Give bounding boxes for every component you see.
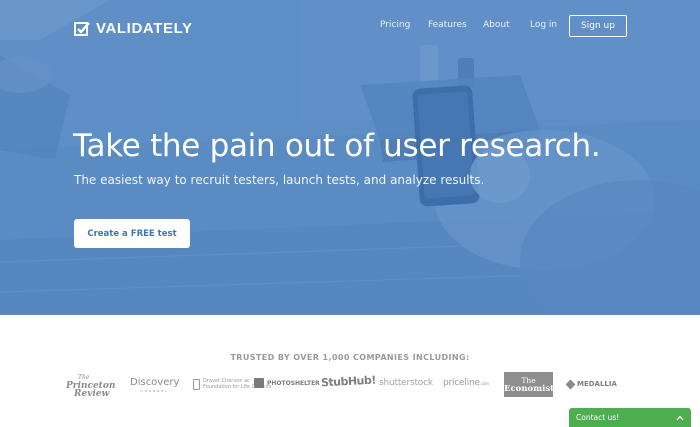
nav-pricing-link[interactable]: Pricing [380,20,410,30]
shutterstock-logo: shutterstock [379,378,433,388]
contact-us-label: Contact us! [576,413,620,422]
hero-subheadline: The easiest way to recruit testers, laun… [74,173,485,187]
photoshelter-logo: PHOTOSHELTER [254,378,320,388]
create-free-test-button[interactable]: Create a FREE test [74,219,190,248]
discovery-logo: Discovery CHANNEL [130,377,180,393]
contact-us-widget[interactable]: Contact us! [569,408,691,427]
nav-login-link[interactable]: Log in [530,20,557,30]
medallia-logo: MEDALLIA [565,379,617,389]
nav-about-link[interactable]: About [483,20,510,30]
chevron-up-icon [676,415,684,420]
photoshelter-mark-icon [254,378,264,388]
top-nav: VALIDATELY Pricing Features About Log in… [0,0,700,55]
economist-logo: The Economist [504,372,554,397]
stubhub-logo: StubHub! [320,373,377,390]
brand-logo[interactable]: VALIDATELY [74,20,193,37]
trusted-by-heading: TRUSTED BY OVER 1,000 COMPANIES INCLUDIN… [230,353,470,362]
priceline-logo: priceline.com [443,378,489,388]
medallia-mark-icon [565,379,576,389]
checkbox-icon [74,21,90,36]
nav-features-link[interactable]: Features [428,20,467,30]
signup-button[interactable]: Sign up [569,15,627,37]
brand-name: VALIDATELY [96,20,193,37]
dcf-mark-icon [193,378,200,390]
hero-section: VALIDATELY Pricing Features About Log in… [0,0,700,315]
hero-headline: Take the pain out of user research. [73,128,601,164]
customer-logos: The Princeton Review Discovery CHANNEL D… [0,368,700,404]
princeton-review-logo: The Princeton Review [66,374,116,399]
